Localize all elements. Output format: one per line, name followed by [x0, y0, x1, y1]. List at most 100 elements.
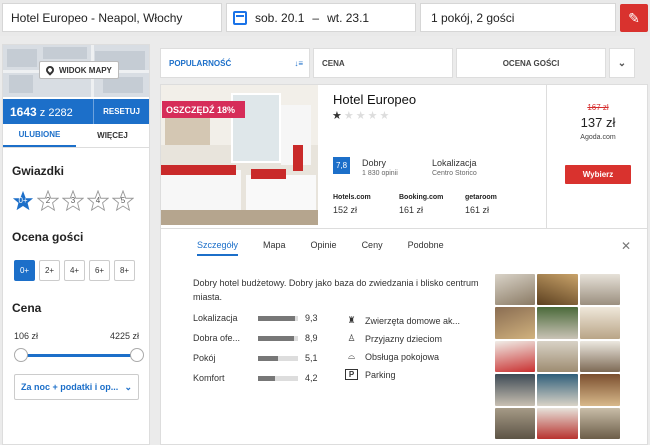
star-option-0[interactable]: 0+: [12, 190, 34, 212]
gallery-thumbnail[interactable]: [579, 407, 620, 439]
sort-popularity[interactable]: POPULARNOŚĆ ↓≡: [160, 48, 310, 78]
star-icon: ★: [343, 110, 354, 122]
sort-rating[interactable]: OCENA GOŚCI: [456, 48, 606, 78]
map-block: [7, 49, 37, 67]
sort-rating-label: OCENA GOŚCI: [502, 58, 560, 68]
rating-bar: [258, 355, 298, 361]
gallery-thumbnail[interactable]: [537, 274, 578, 306]
child-icon: ♙: [347, 333, 356, 343]
sort-more-button[interactable]: ⌄: [609, 48, 635, 78]
gallery-thumbnail[interactable]: [579, 340, 620, 373]
gallery-thumbnail[interactable]: [495, 407, 536, 439]
location-label: Lokalizacja: [432, 158, 477, 168]
hotel-card: OSZCZĘDŹ 18% Hotel Europeo ★ ★ ★ ★ ★ 7,8 Dob…: [160, 84, 648, 229]
hotel-details-panel: Szczegóły Mapa Opinie Ceny Podobne ✕ Dob…: [160, 229, 648, 445]
tab-more[interactable]: WIĘCEJ: [76, 124, 149, 147]
rating-row: Pokój 5,1: [193, 353, 318, 363]
provider-name[interactable]: getaroom: [465, 194, 497, 201]
rating-bar: [258, 315, 298, 321]
gallery-thumbnail[interactable]: [495, 340, 536, 373]
rating-value: 9,3: [305, 313, 318, 323]
rating-score: 7,8: [333, 157, 350, 174]
amenity-label: Zwierzęta domowe ak...: [365, 315, 461, 326]
rating-value: 5,1: [305, 353, 318, 363]
destination-field[interactable]: Hotel Europeo - Neapol, Włochy: [2, 3, 222, 32]
price-slider-max-handle[interactable]: [130, 348, 144, 362]
tab-prices[interactable]: Ceny: [362, 240, 383, 256]
edit-search-button[interactable]: ✎: [620, 4, 648, 32]
destination-text: Hotel Europeo - Neapol, Włochy: [11, 10, 183, 25]
rating-value: 8,9: [305, 333, 318, 343]
amenity-label: Przyjazny dzieciom: [365, 333, 443, 344]
close-icon[interactable]: ✕: [621, 239, 631, 253]
stars-filter: 0+ 2 3 4 5: [12, 189, 149, 212]
price-mode-value: Za noc + podatki i op...: [21, 382, 119, 392]
provider-name[interactable]: Booking.com: [399, 194, 443, 201]
hotel-description: Dobry hotel budżetowy. Dobry jako baza d…: [193, 278, 479, 302]
gallery-thumbnail[interactable]: [537, 407, 578, 439]
guest-option[interactable]: 0+: [14, 260, 35, 281]
photo-gallery: [495, 274, 620, 439]
price-min: 106 zł: [14, 331, 39, 341]
price-mode-select[interactable]: Za noc + podatki i op... ⌄: [14, 374, 139, 400]
pencil-icon: ✎: [628, 9, 640, 26]
gallery-thumbnail[interactable]: [537, 374, 578, 406]
hotel-stars: ★ ★ ★ ★ ★: [332, 109, 391, 122]
map-view-button[interactable]: WIDOK MAPY: [39, 61, 119, 79]
choose-button[interactable]: Wybierz: [565, 165, 631, 184]
guest-rating-filter: 0+ 2+ 4+ 6+ 8+: [14, 260, 149, 281]
gallery-thumbnail[interactable]: [495, 274, 536, 306]
reset-button[interactable]: RESETUJ: [93, 99, 149, 124]
star-option-4[interactable]: 4: [86, 189, 110, 212]
sort-bar: POPULARNOŚĆ ↓≡ CENA OCENA GOŚCI ⌄: [160, 48, 648, 78]
filter-tabs: ULUBIONE WIĘCEJ: [3, 124, 149, 148]
map-preview[interactable]: WIDOK MAPY: [3, 45, 149, 97]
price-max: 4225 zł: [109, 331, 139, 341]
hotel-name[interactable]: Hotel Europeo: [333, 92, 416, 107]
tab-details[interactable]: Szczegóły: [197, 240, 239, 256]
tab-similar[interactable]: Podobne: [408, 240, 444, 256]
map-view-label: WIDOK MAPY: [59, 65, 112, 75]
price-slider-min-handle[interactable]: [14, 348, 28, 362]
gallery-thumbnail[interactable]: [537, 340, 578, 373]
rooms-guests-field[interactable]: 1 pokój, 2 gości: [420, 3, 616, 32]
price-slider-track: [21, 354, 137, 357]
provider-price[interactable]: 152 zł: [333, 205, 357, 215]
provider-price[interactable]: 161 zł: [465, 205, 489, 215]
calendar-icon: [233, 10, 247, 25]
dates-field[interactable]: sob. 20.1 – wt. 23.1: [226, 3, 416, 32]
tab-reviews[interactable]: Opinie: [311, 240, 337, 256]
map-block: [43, 47, 87, 59]
star-option-2[interactable]: 2: [36, 189, 60, 212]
gallery-thumbnail[interactable]: [537, 307, 578, 339]
gallery-thumbnail[interactable]: [579, 307, 620, 339]
provider-price[interactable]: 161 zł: [399, 205, 423, 215]
map-block: [9, 75, 33, 93]
sort-price[interactable]: CENA: [313, 48, 453, 78]
date-separator: –: [312, 10, 320, 25]
price-slider[interactable]: [14, 348, 144, 362]
star-option-5[interactable]: 5: [111, 189, 135, 212]
service-bell-icon: ⌓: [347, 351, 356, 361]
gallery-thumbnail[interactable]: [495, 374, 536, 406]
tab-map[interactable]: Mapa: [263, 240, 286, 256]
guest-option[interactable]: 8+: [114, 260, 135, 281]
gallery-thumbnail[interactable]: [579, 274, 620, 306]
current-price[interactable]: 137 zł: [547, 115, 649, 130]
guest-option[interactable]: 6+: [89, 260, 110, 281]
gallery-thumbnail[interactable]: [579, 374, 620, 406]
guest-option[interactable]: 2+: [39, 260, 60, 281]
provider-name[interactable]: Hotels.com: [333, 194, 371, 201]
map-block: [103, 77, 143, 93]
tab-favorites[interactable]: ULUBIONE: [3, 124, 76, 147]
hotel-photo[interactable]: OSZCZĘDŹ 18%: [161, 85, 318, 225]
guest-option[interactable]: 4+: [64, 260, 85, 281]
filter-sidebar: WIDOK MAPY 1643 z 2282 RESETUJ ULUBIONE …: [2, 44, 150, 445]
rating-bar: [258, 375, 298, 381]
star-option-label: 2: [45, 196, 51, 205]
star-option-3[interactable]: 3: [61, 189, 85, 212]
rating-label: Pokój: [193, 353, 216, 363]
results-count-total: z 2282: [39, 106, 73, 119]
gallery-thumbnail[interactable]: [495, 307, 536, 339]
stars-title: Gwiazdki: [12, 164, 65, 178]
